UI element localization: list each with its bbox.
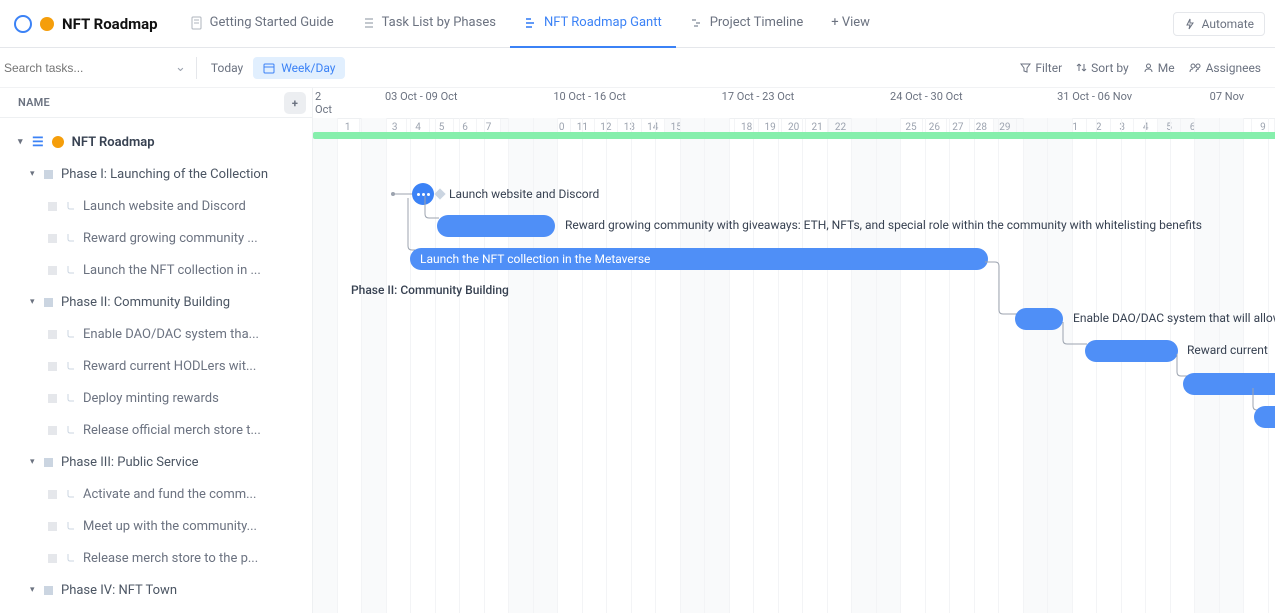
list-icon: [362, 16, 376, 30]
bar-inner-label: Launch the NFT collection in the Metaver…: [410, 248, 988, 270]
sort-icon: [1076, 62, 1087, 73]
assignees-label: Assignees: [1206, 61, 1261, 75]
tab-label: Task List by Phases: [382, 15, 496, 30]
today-button[interactable]: Today: [211, 61, 243, 75]
view-tabs: Getting Started Guide Task List by Phase…: [176, 0, 884, 48]
logo-icon: [14, 15, 32, 33]
filter-label: Filter: [1035, 61, 1062, 75]
automate-button[interactable]: Automate: [1173, 12, 1265, 36]
sort-button[interactable]: Sort by: [1076, 61, 1129, 75]
gantt-bar[interactable]: [437, 215, 555, 237]
task-row[interactable]: Enable DAO/DAC system tha...: [0, 318, 312, 350]
project-summary-bar[interactable]: [313, 132, 1275, 139]
phase-row[interactable]: ▾Phase III: Public Service: [0, 446, 312, 478]
gantt-bar[interactable]: [1254, 406, 1275, 428]
week-header: 2 Oct03 Oct - 09 Oct10 Oct - 16 Oct17 Oc…: [313, 88, 1275, 119]
phase-row[interactable]: ▾Phase IV: NFT Town: [0, 574, 312, 606]
filter-icon: [1020, 62, 1031, 73]
search-dropdown[interactable]: ⌄: [165, 60, 196, 75]
tab-label: + View: [831, 15, 870, 30]
divider: [196, 57, 197, 79]
gantt-bar[interactable]: [1085, 340, 1178, 362]
sort-label: Sort by: [1091, 61, 1129, 75]
task-handle[interactable]: [412, 183, 434, 205]
page-title: NFT Roadmap: [62, 15, 158, 33]
add-button[interactable]: +: [284, 92, 306, 114]
week-cell: 07 Nov: [1179, 88, 1275, 118]
task-row[interactable]: Release official merch store t...: [0, 414, 312, 446]
week-cell: 31 Oct - 06 Nov: [1010, 88, 1178, 118]
toolbar-right: Filter Sort by Me Assignees: [1020, 61, 1275, 75]
sidebar: NAME + ▾☰NFT Roadmap▾Phase I: Launching …: [0, 88, 313, 613]
week-cell: 17 Oct - 23 Oct: [674, 88, 842, 118]
task-row[interactable]: Release merch store to the p...: [0, 542, 312, 574]
filter-button[interactable]: Filter: [1020, 61, 1062, 75]
zoom-toggle[interactable]: Week/Day: [253, 57, 345, 79]
topbar: NFT Roadmap Getting Started Guide Task L…: [0, 0, 1275, 48]
tab-getting-started[interactable]: Getting Started Guide: [176, 0, 348, 48]
task-row[interactable]: Launch the NFT collection in ...: [0, 254, 312, 286]
tab-label: Project Timeline: [710, 15, 804, 30]
calendar-icon: [263, 62, 275, 74]
task-tree: ▾☰NFT Roadmap▾Phase I: Launching of the …: [0, 118, 312, 606]
lightning-icon: [1184, 18, 1196, 30]
task-row[interactable]: Launch website and Discord: [0, 190, 312, 222]
task-row[interactable]: Meet up with the community...: [0, 510, 312, 542]
gantt-icon: [524, 16, 538, 30]
bar-label: Enable DAO/DAC system that will allow: [1073, 311, 1275, 325]
project-row[interactable]: ▾☰NFT Roadmap: [0, 126, 312, 158]
phase-row[interactable]: ▾Phase I: Launching of the Collection: [0, 158, 312, 190]
gantt-bar[interactable]: Launch the NFT collection in the Metaver…: [410, 248, 988, 270]
bar-label: Reward growing community with giveaways:…: [565, 218, 1202, 232]
doc-icon: [190, 16, 204, 30]
timeline-icon: [690, 16, 704, 30]
zoom-label: Week/Day: [281, 61, 335, 75]
tab-gantt[interactable]: NFT Roadmap Gantt: [510, 0, 676, 48]
content-area: NAME + ▾☰NFT Roadmap▾Phase I: Launching …: [0, 88, 1275, 613]
person-icon: [1143, 62, 1154, 73]
week-cell: 03 Oct - 09 Oct: [337, 88, 505, 118]
task-row[interactable]: Activate and fund the comm...: [0, 478, 312, 510]
people-icon: [1189, 62, 1202, 73]
assignees-button[interactable]: Assignees: [1189, 61, 1261, 75]
me-button[interactable]: Me: [1143, 61, 1175, 75]
tab-timeline[interactable]: Project Timeline: [676, 0, 818, 48]
tab-label: Getting Started Guide: [210, 15, 334, 30]
task-row[interactable]: Reward current HODLers wit...: [0, 350, 312, 382]
week-cell: 24 Oct - 30 Oct: [842, 88, 1010, 118]
toolbar: ⌄ Today Week/Day Filter Sort by Me Assig…: [0, 48, 1275, 88]
project-color-dot: [40, 17, 54, 31]
me-label: Me: [1158, 61, 1175, 75]
tab-add-view[interactable]: + View: [817, 0, 884, 48]
gantt-area[interactable]: 2 Oct03 Oct - 09 Oct10 Oct - 16 Oct17 Oc…: [313, 88, 1275, 613]
search-input[interactable]: [4, 61, 165, 75]
sidebar-heading: NAME +: [0, 88, 312, 118]
task-row[interactable]: Deploy minting rewards: [0, 382, 312, 414]
tab-task-list[interactable]: Task List by Phases: [348, 0, 510, 48]
search-box[interactable]: [0, 61, 165, 75]
tab-label: NFT Roadmap Gantt: [544, 15, 662, 30]
task-row[interactable]: Reward growing community ...: [0, 222, 312, 254]
week-cell: 2 Oct: [313, 88, 337, 118]
week-cell: 10 Oct - 16 Oct: [505, 88, 673, 118]
automate-label: Automate: [1202, 17, 1254, 31]
bar-label: Reward current: [1187, 343, 1268, 357]
gantt-bar[interactable]: [1015, 308, 1063, 330]
milestone-dot: [434, 188, 445, 199]
gantt-bars: Launch website and Discord Reward growin…: [313, 118, 1275, 613]
heading-label: NAME: [18, 96, 50, 109]
bar-label: Launch website and Discord: [449, 187, 599, 201]
phase-label: Phase II: Community Building: [351, 283, 509, 297]
phase-row[interactable]: ▾Phase II: Community Building: [0, 286, 312, 318]
gantt-bar[interactable]: [1183, 373, 1275, 395]
